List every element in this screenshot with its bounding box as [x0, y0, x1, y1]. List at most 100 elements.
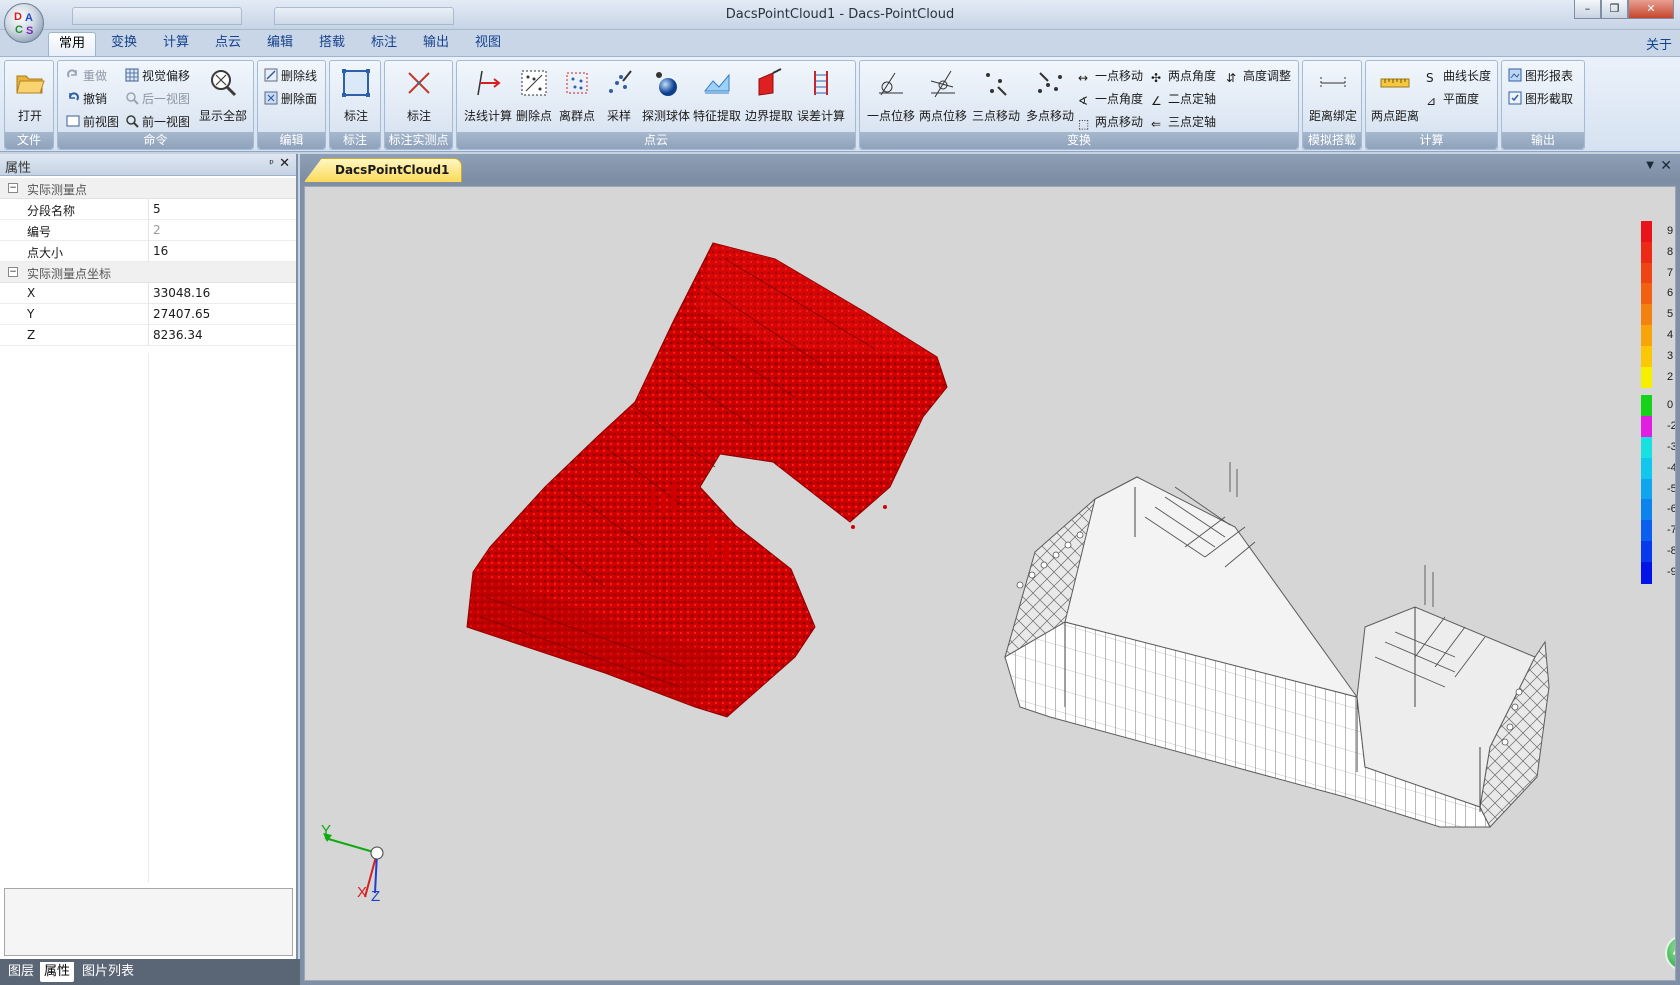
maximize-button[interactable]: ❐ [1601, 0, 1628, 19]
group-label-sim-load: 模拟搭载 [1303, 132, 1361, 149]
multi-point-move-button[interactable]: 多点移动 [1025, 65, 1075, 131]
view-offset-button[interactable]: 视觉偏移 [125, 66, 190, 86]
group-label-transform: 变换 [860, 132, 1298, 149]
color-scale-label: 8 [1667, 245, 1674, 258]
boundary-extract-button[interactable]: 边界提取 [744, 65, 794, 131]
tab-output[interactable]: 输出 [413, 32, 459, 56]
document-tab[interactable]: DacsPointCloud1 [304, 158, 463, 182]
one-point-move-button[interactable]: ↔ 一点移动 [1078, 66, 1143, 86]
group-annotate-measure: 标注 标注实测点 [384, 60, 453, 150]
color-scale-label: 9 [1667, 225, 1674, 237]
property-value[interactable]: 16 [153, 244, 168, 258]
annotate-button[interactable]: 标注 [331, 65, 381, 131]
property-row[interactable]: Z 8236.34 [0, 325, 296, 346]
tab-common[interactable]: 常用 [48, 32, 97, 56]
design-model-wireframe[interactable] [1004, 462, 1550, 828]
group-label-annotate: 标注 [330, 132, 380, 149]
probe-sphere-button[interactable]: 探测球体 [641, 65, 691, 131]
angle-icon: ∢ [1078, 94, 1089, 108]
distance-bind-button[interactable]: 距离绑定 [1308, 65, 1358, 131]
curve-length-button[interactable]: S 曲线长度 [1426, 66, 1491, 86]
property-row[interactable]: 点大小 16 [0, 241, 296, 262]
next-view-button[interactable]: 后一视图 [125, 89, 190, 109]
two-point-axis-button[interactable]: ∠ 二点定轴 [1151, 89, 1216, 109]
tab-pointcloud[interactable]: 点云 [205, 32, 251, 56]
show-all-button[interactable]: 显示全部 [198, 65, 248, 131]
axis-triad: Y X Z [321, 822, 384, 905]
property-value[interactable]: 27407.65 [153, 307, 210, 321]
one-point-shift-button[interactable]: 一点位移 [866, 65, 916, 131]
graphic-report-button[interactable]: 图形报表 [1508, 66, 1573, 86]
tab-properties[interactable]: 属性 [40, 962, 75, 982]
group-label-file: 文件 [5, 132, 53, 149]
open-button[interactable]: 打开 [5, 65, 55, 131]
flatness-icon: ⊿ [1426, 94, 1437, 108]
pin-icon[interactable]: ᵖ [269, 157, 274, 170]
tab-load[interactable]: 搭载 [309, 32, 355, 56]
three-point-axis-button[interactable]: ⇐ 三点定轴 [1151, 112, 1216, 132]
property-grid-divider [148, 353, 149, 883]
property-row[interactable]: 编号 2 [0, 220, 296, 241]
close-button[interactable]: ✕ [1628, 0, 1674, 19]
delete-line-label: 删除线 [281, 69, 318, 83]
ribbon: 打开 文件 重做 撤销 前视图 视觉偏移 后一视图 前一视图 显示全部 命令 删… [0, 56, 1680, 152]
graphic-capture-button[interactable]: 图形截取 [1508, 89, 1573, 109]
property-row[interactable]: 分段名称 5 [0, 199, 296, 220]
three-point-move-button[interactable]: 三点移动 [971, 65, 1021, 131]
tab-compute[interactable]: 计算 [153, 32, 199, 56]
two-point-move-button[interactable]: ⬚ 两点移动 [1078, 112, 1143, 132]
prev-view-button[interactable]: 前一视图 [125, 112, 190, 132]
property-category[interactable]: − 实际测量点 [0, 178, 296, 199]
color-scale-label: -8 [1667, 545, 1676, 557]
document-menu-icon[interactable]: ▼ [1646, 160, 1654, 171]
property-category[interactable]: − 实际测量点坐标 [0, 262, 296, 283]
next-view-label: 后一视图 [142, 92, 191, 106]
feature-extract-button[interactable]: 特征提取 [692, 65, 742, 131]
delete-line-button[interactable]: 删除线 [264, 66, 317, 86]
two-point-angle-button[interactable]: ✣ 两点角度 [1151, 66, 1216, 86]
group-label-command: 命令 [58, 132, 253, 149]
tab-view[interactable]: 视图 [465, 32, 511, 56]
tab-layers[interactable]: 图层 [4, 962, 38, 982]
3d-viewport[interactable]: Y X Z 9 8 7 6 5 4 3 2 0 -2 -3 -4 -5 -6 -7 -8 -9 4 8 [304, 186, 1676, 981]
collapse-icon[interactable]: − [8, 267, 18, 277]
tab-edit[interactable]: 编辑 [257, 32, 303, 56]
height-adjust-button[interactable]: ⇵ 高度调整 [1226, 66, 1291, 86]
app-menu-button[interactable]: D A C S [4, 3, 44, 43]
two-point-move-label: 两点移动 [1095, 115, 1144, 129]
about-link[interactable]: 关于 [1646, 34, 1672, 53]
minimize-button[interactable]: – [1574, 0, 1601, 19]
tab-image-list[interactable]: 图片列表 [78, 962, 138, 982]
one-point-angle-button[interactable]: ∢ 一点角度 [1078, 89, 1143, 109]
flatness-button[interactable]: ⊿ 平面度 [1426, 89, 1479, 109]
color-scale-label: -9 [1667, 565, 1676, 578]
redo-button[interactable]: 重做 [66, 66, 107, 86]
two-point-distance-button[interactable]: 两点距离 [1370, 65, 1420, 131]
delete-face-button[interactable]: 删除面 [264, 89, 317, 109]
front-view-button[interactable]: 前视图 [66, 112, 119, 132]
panel-close-icon[interactable]: ✕ [279, 156, 290, 171]
two-point-shift-button[interactable]: 两点位移 [918, 65, 968, 131]
property-row[interactable]: X 33048.16 [0, 283, 296, 304]
collapse-icon[interactable]: − [8, 183, 18, 193]
tab-annotate[interactable]: 标注 [361, 32, 407, 56]
error-calc-button[interactable]: 误差计算 [796, 65, 846, 131]
property-value[interactable]: 33048.16 [153, 286, 210, 300]
annotate-measure-button[interactable]: 标注 [394, 65, 444, 131]
annotate-label: 标注 [343, 109, 368, 123]
color-scale-label: -4 [1667, 461, 1676, 474]
pointcloud-measured-block[interactable] [466, 242, 948, 718]
properties-panel: 属性 ᵖ ✕ − 实际测量点 分段名称 5 编号 2 点大小 16 − 实际测量… [0, 154, 298, 959]
color-scale-label: -5 [1667, 482, 1676, 495]
property-value[interactable]: 5 [153, 202, 161, 216]
color-scale-swatch [1641, 437, 1652, 459]
group-annotate: 标注 标注 [329, 60, 381, 150]
document-close-icon[interactable]: ✕ [1660, 158, 1672, 174]
undo-button[interactable]: 撤销 [66, 89, 107, 109]
property-value[interactable]: 8236.34 [153, 328, 203, 342]
property-row[interactable]: Y 27407.65 [0, 304, 296, 325]
color-scale-swatch [1641, 457, 1652, 480]
annotate-measure-label: 标注 [406, 109, 431, 123]
left-panel-tabs: 图层 属性 图片列表 [0, 959, 300, 985]
tab-transform[interactable]: 变换 [101, 32, 147, 56]
